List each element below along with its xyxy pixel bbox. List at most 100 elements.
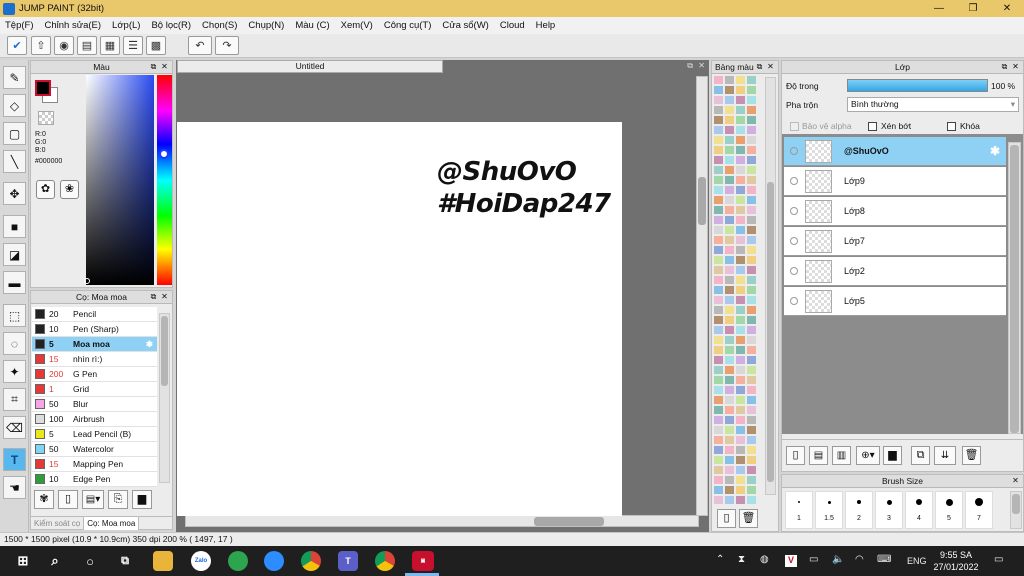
- scrollbar-thumb[interactable]: [161, 316, 168, 386]
- brush-item[interactable]: 15 nhìn rì:): [32, 352, 157, 367]
- color-swatch[interactable]: [714, 146, 723, 154]
- document-canvas[interactable]: @ShuOvO #HoiDap247: [177, 122, 622, 516]
- color-swatch[interactable]: [714, 236, 723, 244]
- brush-size-cell[interactable]: 1.5: [815, 491, 843, 529]
- color-swatch[interactable]: [725, 436, 734, 444]
- menu-cloud[interactable]: Cloud: [500, 20, 525, 31]
- color-swatch[interactable]: [725, 246, 734, 254]
- color-swatch[interactable]: [725, 96, 734, 104]
- color-swatch[interactable]: [747, 446, 756, 454]
- color-swatch[interactable]: [714, 86, 723, 94]
- color-swatch[interactable]: [725, 486, 734, 494]
- color-swatch[interactable]: [714, 436, 723, 444]
- color-swatch[interactable]: [725, 176, 734, 184]
- color-swatch[interactable]: [747, 266, 756, 274]
- brush-item[interactable]: 1 Grid: [32, 382, 157, 397]
- color-swatch[interactable]: [725, 306, 734, 314]
- color-swatch[interactable]: [747, 156, 756, 164]
- zalo-icon[interactable]: Zalo: [191, 551, 211, 571]
- float-icon[interactable]: ⧉: [755, 62, 764, 71]
- color-swatch[interactable]: [725, 336, 734, 344]
- brush-size-cell[interactable]: 4: [905, 491, 933, 529]
- float-icon[interactable]: ⧉: [149, 62, 158, 71]
- visibility-icon[interactable]: [790, 207, 798, 215]
- fill-rect-tool-icon[interactable]: ■: [3, 215, 26, 238]
- color-swatch[interactable]: [747, 256, 756, 264]
- color-swatch[interactable]: [736, 346, 745, 354]
- folder-icon[interactable]: ▆: [132, 490, 152, 509]
- color-swatch[interactable]: [714, 136, 723, 144]
- color-swatch[interactable]: [736, 136, 745, 144]
- feedback-icon[interactable]: ◍: [760, 554, 769, 565]
- hue-handle[interactable]: [159, 149, 169, 159]
- magic-wand-tool-icon[interactable]: ✦: [3, 360, 26, 383]
- color-swatch[interactable]: [747, 346, 756, 354]
- color-swatch[interactable]: [725, 396, 734, 404]
- color-swatch[interactable]: [725, 76, 734, 84]
- brush-item[interactable]: 5 Moa moa ✱: [32, 337, 157, 352]
- hand-tool-icon[interactable]: ☚: [3, 476, 26, 499]
- color-swatch[interactable]: [747, 246, 756, 254]
- sv-cursor[interactable]: [84, 278, 90, 284]
- horizontal-scrollbar[interactable]: [185, 515, 699, 527]
- color-swatch[interactable]: [747, 436, 756, 444]
- color-swatch[interactable]: [725, 136, 734, 144]
- gradient-tool-icon[interactable]: ▬: [3, 271, 26, 294]
- layer-row[interactable]: Lớp8: [784, 197, 1006, 226]
- color-swatch[interactable]: [747, 106, 756, 114]
- visibility-icon[interactable]: [790, 177, 798, 185]
- color-swatch[interactable]: [747, 296, 756, 304]
- tab-untitled[interactable]: Untitled: [177, 60, 443, 73]
- color-swatch[interactable]: [725, 366, 734, 374]
- meet-now-icon[interactable]: ⧗: [738, 554, 745, 565]
- color-swatch[interactable]: [725, 236, 734, 244]
- foreground-color[interactable]: [35, 80, 51, 96]
- windows-start-icon[interactable]: ⊞: [13, 551, 33, 571]
- layer-row[interactable]: Lớp2: [784, 257, 1006, 286]
- color-swatch[interactable]: [736, 216, 745, 224]
- color-swatch[interactable]: [725, 86, 734, 94]
- color-swatch[interactable]: [714, 496, 723, 504]
- panel-close-icon[interactable]: ✕: [160, 292, 169, 301]
- color-swatch[interactable]: [747, 486, 756, 494]
- color-swatch[interactable]: [736, 186, 745, 194]
- color-swatch[interactable]: [736, 76, 745, 84]
- color-swatch[interactable]: [714, 126, 723, 134]
- color-swatch[interactable]: [747, 416, 756, 424]
- tab-brush-control[interactable]: Kiểm soát cọ: [31, 517, 85, 530]
- color-swatch[interactable]: [725, 406, 734, 414]
- brush-item[interactable]: 10 Pen (Sharp): [32, 322, 157, 337]
- color-swatch[interactable]: [714, 326, 723, 334]
- color-swatch[interactable]: [714, 366, 723, 374]
- new-layer-icon[interactable]: ▯: [786, 446, 805, 465]
- color-swatch[interactable]: [725, 376, 734, 384]
- color-swatch[interactable]: [736, 256, 745, 264]
- color-swatch[interactable]: [736, 246, 745, 254]
- brush-item[interactable]: 10 Edge Pen: [32, 472, 157, 487]
- float-icon[interactable]: ⧉: [687, 61, 693, 71]
- color-swatch[interactable]: [736, 406, 745, 414]
- color-swatch[interactable]: [747, 286, 756, 294]
- saturation-value-picker[interactable]: [86, 75, 154, 285]
- color-swatch[interactable]: [714, 246, 723, 254]
- color-swatch[interactable]: [747, 466, 756, 474]
- document-icon[interactable]: ▦: [100, 36, 120, 55]
- color-swatch[interactable]: [725, 296, 734, 304]
- color-swatch[interactable]: [725, 316, 734, 324]
- color-swatch[interactable]: [725, 426, 734, 434]
- color-swatch[interactable]: [747, 136, 756, 144]
- menu-color[interactable]: Màu (C): [295, 20, 329, 31]
- color-swatch[interactable]: [736, 166, 745, 174]
- color-swatch[interactable]: [747, 166, 756, 174]
- layer-row[interactable]: Lớp9: [784, 167, 1006, 196]
- menu-help[interactable]: Help: [536, 20, 556, 31]
- brush-item[interactable]: 5 Lead Pencil (B): [32, 427, 157, 442]
- color-swatch[interactable]: [747, 276, 756, 284]
- new-8bit-layer-icon[interactable]: ▥: [832, 446, 851, 465]
- search-icon[interactable]: ⌕: [45, 551, 65, 571]
- line-tool-icon[interactable]: ╲: [3, 150, 26, 173]
- color-swatch[interactable]: [714, 336, 723, 344]
- color-swatch[interactable]: [714, 76, 723, 84]
- vertical-scrollbar[interactable]: [696, 76, 708, 516]
- bucket-tool-icon[interactable]: ◪: [3, 243, 26, 266]
